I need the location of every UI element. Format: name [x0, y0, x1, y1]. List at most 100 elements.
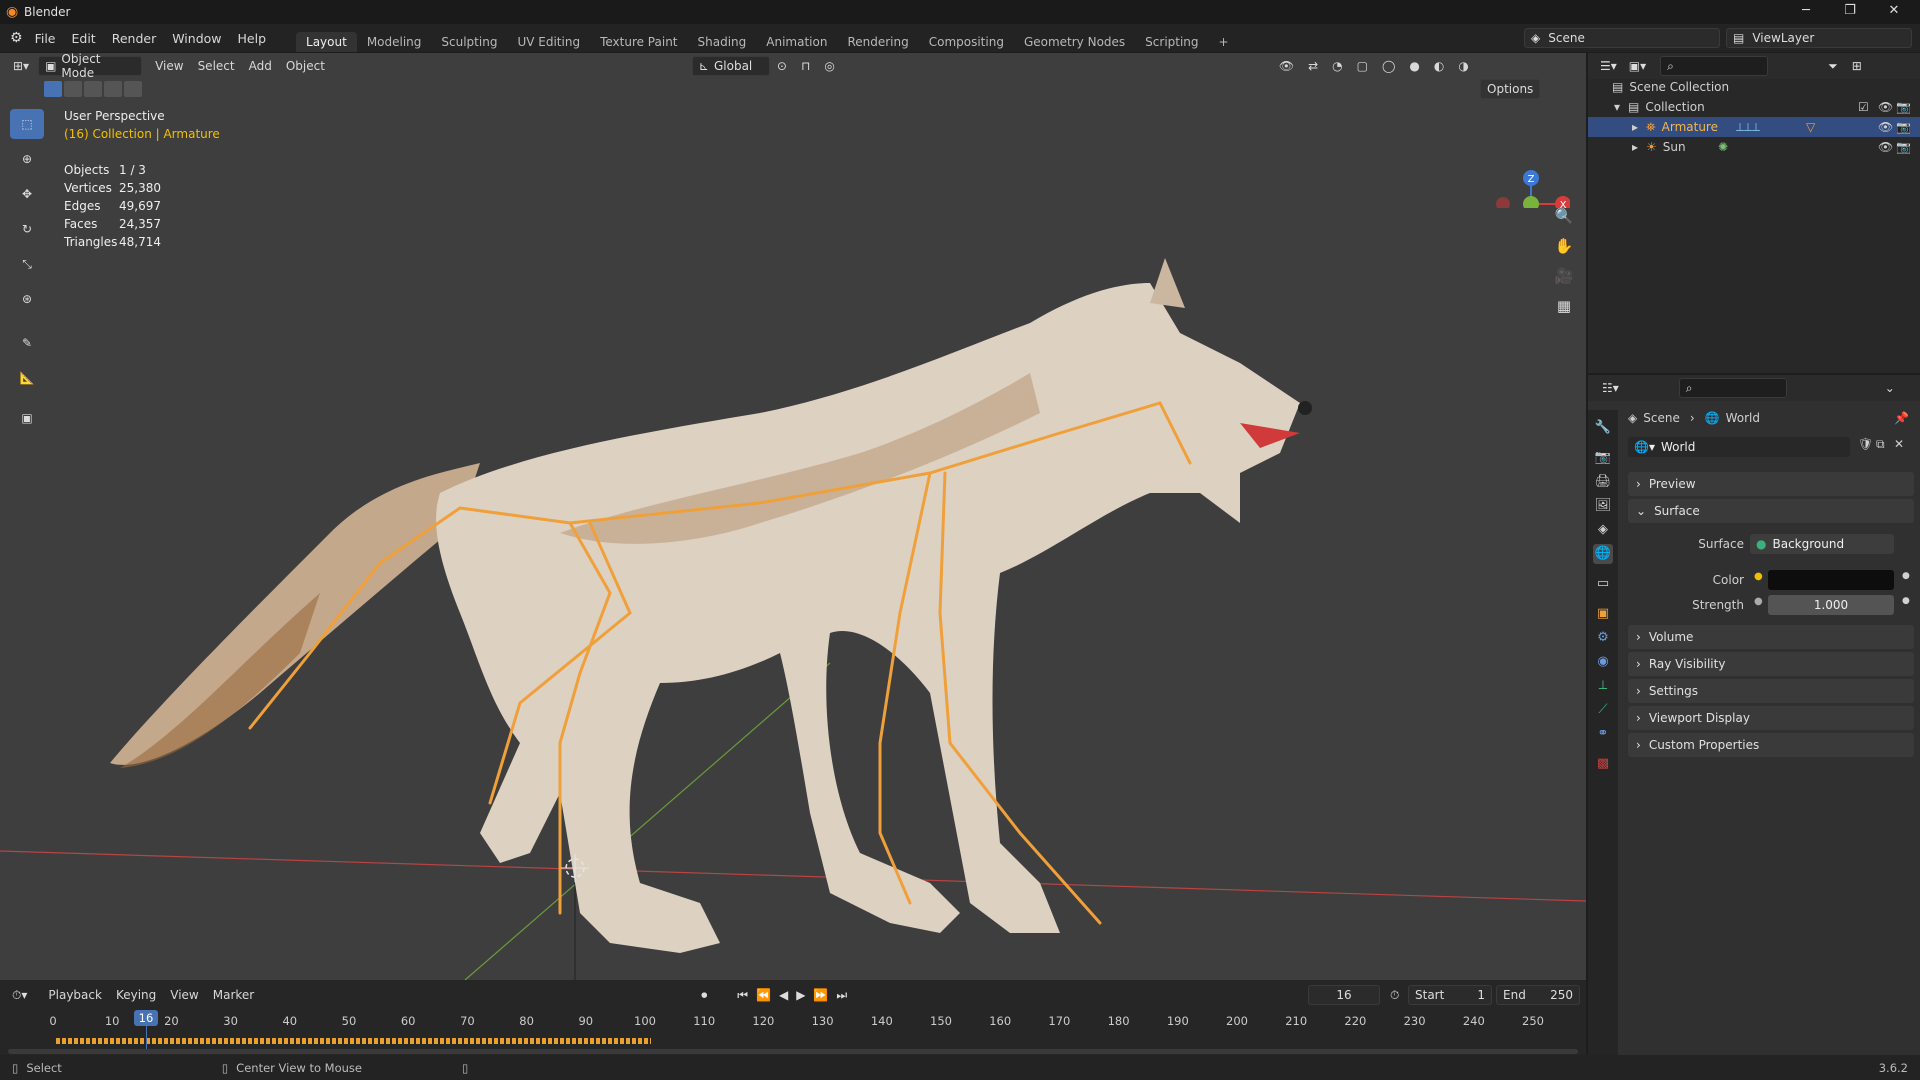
blender-menu-icon[interactable]: ⚙	[10, 30, 23, 46]
collection-tab-icon[interactable]: ▭	[1593, 574, 1613, 594]
tab-scripting[interactable]: Scripting	[1135, 32, 1208, 52]
modifier-tab-icon[interactable]: ⚙	[1593, 628, 1613, 648]
minimize-icon[interactable]: ─	[1784, 0, 1828, 24]
scene-tab-icon[interactable]: ◈	[1593, 520, 1613, 540]
mesh-icon[interactable]: ▽	[1806, 120, 1815, 134]
filter-icon[interactable]: ⏷	[1828, 59, 1838, 74]
stat-label: Faces	[64, 217, 98, 231]
properties-search-input[interactable]: ⌕	[1678, 378, 1787, 398]
camera-icon[interactable]: 📷	[1896, 120, 1911, 134]
menu-edit[interactable]: Edit	[63, 31, 103, 46]
frame-tick-label: 50	[341, 1014, 357, 1028]
navigation-gizmo[interactable]: Z X	[1480, 108, 1570, 208]
outliner-scene-collection[interactable]: ▤ Scene Collection	[1588, 77, 1920, 97]
object-tab-icon[interactable]: ▣	[1593, 604, 1613, 624]
tab-compositing[interactable]: Compositing	[919, 32, 1014, 52]
viewlayer-selector[interactable]: ▤ ViewLayer	[1726, 28, 1912, 48]
frame-tick-label: 80	[519, 1014, 534, 1028]
3d-viewport[interactable]: ⊞▾ ▣ Object Mode View Select Add Object …	[0, 53, 1586, 980]
world-tab-icon[interactable]: 🌐	[1593, 544, 1613, 564]
tab-modeling[interactable]: Modeling	[357, 32, 432, 52]
properties-tabs: 🔧 📷 🖨 🖼 ◈ 🌐 ▭ ▣ ⚙ ◉ ⟂ ⟋ ⚭ ▩	[1588, 410, 1618, 1055]
panel-surface[interactable]: ⌄ Surface	[1628, 499, 1914, 523]
data-tab-icon[interactable]: ⟋	[1593, 700, 1613, 720]
outliner-item-armature[interactable]: ▸ ⛯ Armature ⟂⟂⟂ ▽ 👁 📷	[1588, 117, 1920, 137]
tab-sculpting[interactable]: Sculpting	[431, 32, 507, 52]
properties-editor-icon[interactable]: ☷▾	[1602, 381, 1619, 395]
expand-icon[interactable]: ▾	[1614, 100, 1620, 114]
new-collection-icon[interactable]: ⊞	[1852, 59, 1862, 73]
frame-tick-label: 100	[634, 1014, 656, 1028]
outliner-item-sun[interactable]: ▸ ☀ Sun ✺ 👁 📷	[1588, 137, 1920, 157]
tab-shading[interactable]: Shading	[688, 32, 757, 52]
chevron-down-icon[interactable]: ⌄	[1885, 381, 1895, 395]
bone-tab-icon[interactable]: ⚭	[1593, 724, 1613, 744]
ortho-grid-icon[interactable]: ▦	[1552, 291, 1576, 321]
timeline: ⏱▾ Playback Keying View Marker ⏺ ⏮⏪◀▶⏩⏭ …	[0, 980, 1586, 1055]
playhead-frame[interactable]: 16	[134, 1010, 158, 1026]
frame-tick-label: 0	[49, 1014, 57, 1028]
tab-rendering[interactable]: Rendering	[837, 32, 918, 52]
menu-file[interactable]: File	[27, 31, 64, 46]
add-workspace-icon[interactable]: +	[1209, 32, 1239, 52]
outliner-search-input[interactable]: ⌕	[1660, 56, 1769, 76]
nav-buttons: 🔍 ✋ 🎥 ▦	[1552, 201, 1576, 321]
tab-texture-paint[interactable]: Texture Paint	[590, 32, 687, 52]
timeline-scrollbar[interactable]	[8, 1049, 1578, 1054]
panel-custom-properties[interactable]: › Custom Properties	[1628, 733, 1914, 757]
outliner-editor-icon[interactable]: ☰▾	[1600, 59, 1617, 73]
surface-shader-field[interactable]: ● Background	[1750, 534, 1894, 554]
tab-uv-editing[interactable]: UV Editing	[507, 32, 590, 52]
maximize-icon[interactable]: ❐	[1828, 0, 1872, 24]
unlink-icon[interactable]: ✕	[1894, 437, 1904, 451]
pin-icon[interactable]: 📌	[1894, 411, 1909, 425]
outliner-header: ☰▾ ▣▾ ⌕ ⏷ ⊞	[1588, 53, 1920, 79]
camera-view-icon[interactable]: 🎥	[1552, 261, 1576, 291]
physics-tab-icon[interactable]: ◉	[1593, 652, 1613, 672]
panel-viewport-display[interactable]: › Viewport Display	[1628, 706, 1914, 730]
world-datablock-field[interactable]: 🌐▾ World	[1628, 437, 1850, 457]
expand-icon[interactable]: ▸	[1632, 140, 1638, 154]
camera-icon[interactable]: 📷	[1896, 140, 1911, 154]
duplicate-icon[interactable]: ⧉	[1876, 437, 1885, 452]
eye-icon[interactable]: 👁	[1878, 120, 1893, 134]
sun-data-icon[interactable]: ✺	[1718, 140, 1728, 154]
tab-geometry-nodes[interactable]: Geometry Nodes	[1014, 32, 1135, 52]
outliner-collection[interactable]: ▾ ▤ Collection ☑ 👁 📷	[1588, 97, 1920, 117]
display-mode-icon[interactable]: ▣▾	[1629, 59, 1646, 73]
pan-hand-icon[interactable]: ✋	[1552, 231, 1576, 261]
constraints-tab-icon[interactable]: ⟂	[1593, 676, 1613, 696]
render-tab-icon[interactable]: 📷	[1593, 448, 1613, 468]
expand-icon[interactable]: ▸	[1632, 120, 1638, 134]
close-icon[interactable]: ✕	[1872, 0, 1916, 24]
wolf-nose	[1298, 401, 1312, 415]
view-layer-tab-icon[interactable]: 🖼	[1593, 496, 1613, 516]
tool-tab-icon[interactable]: 🔧	[1593, 418, 1613, 438]
eye-icon[interactable]: 👁	[1878, 100, 1893, 114]
output-tab-icon[interactable]: 🖨	[1593, 472, 1613, 492]
menu-window[interactable]: Window	[164, 31, 229, 46]
panel-ray-visibility[interactable]: › Ray Visibility	[1628, 652, 1914, 676]
color-swatch[interactable]	[1768, 570, 1894, 590]
strength-input[interactable]: 1.000	[1768, 595, 1894, 615]
panel-settings[interactable]: › Settings	[1628, 679, 1914, 703]
keyframe-dot-icon[interactable]: ●	[1902, 571, 1910, 581]
eye-icon[interactable]: 👁	[1878, 140, 1893, 154]
menu-render[interactable]: Render	[104, 31, 165, 46]
checkbox-icon[interactable]: ☑	[1858, 100, 1869, 114]
chevron-down-icon: ⌄	[1636, 504, 1647, 518]
zoom-icon[interactable]: 🔍	[1552, 201, 1576, 231]
scene-selector[interactable]: ◈ Scene	[1524, 28, 1720, 48]
stat-label: Objects	[64, 163, 110, 177]
menu-help[interactable]: Help	[230, 31, 275, 46]
texture-tab-icon[interactable]: ▩	[1593, 754, 1613, 774]
pose-icon[interactable]: ⟂⟂⟂	[1736, 120, 1760, 135]
panel-preview[interactable]: › Preview	[1628, 472, 1914, 496]
camera-icon[interactable]: 📷	[1896, 100, 1911, 114]
panel-volume[interactable]: › Volume	[1628, 625, 1914, 649]
tab-animation[interactable]: Animation	[756, 32, 837, 52]
tab-layout[interactable]: Layout	[296, 32, 357, 52]
mouse-right-icon: ▯	[462, 1060, 469, 1075]
keyframe-dot-icon[interactable]: ●	[1902, 596, 1910, 606]
fake-user-icon[interactable]: 🛡	[1858, 437, 1873, 451]
